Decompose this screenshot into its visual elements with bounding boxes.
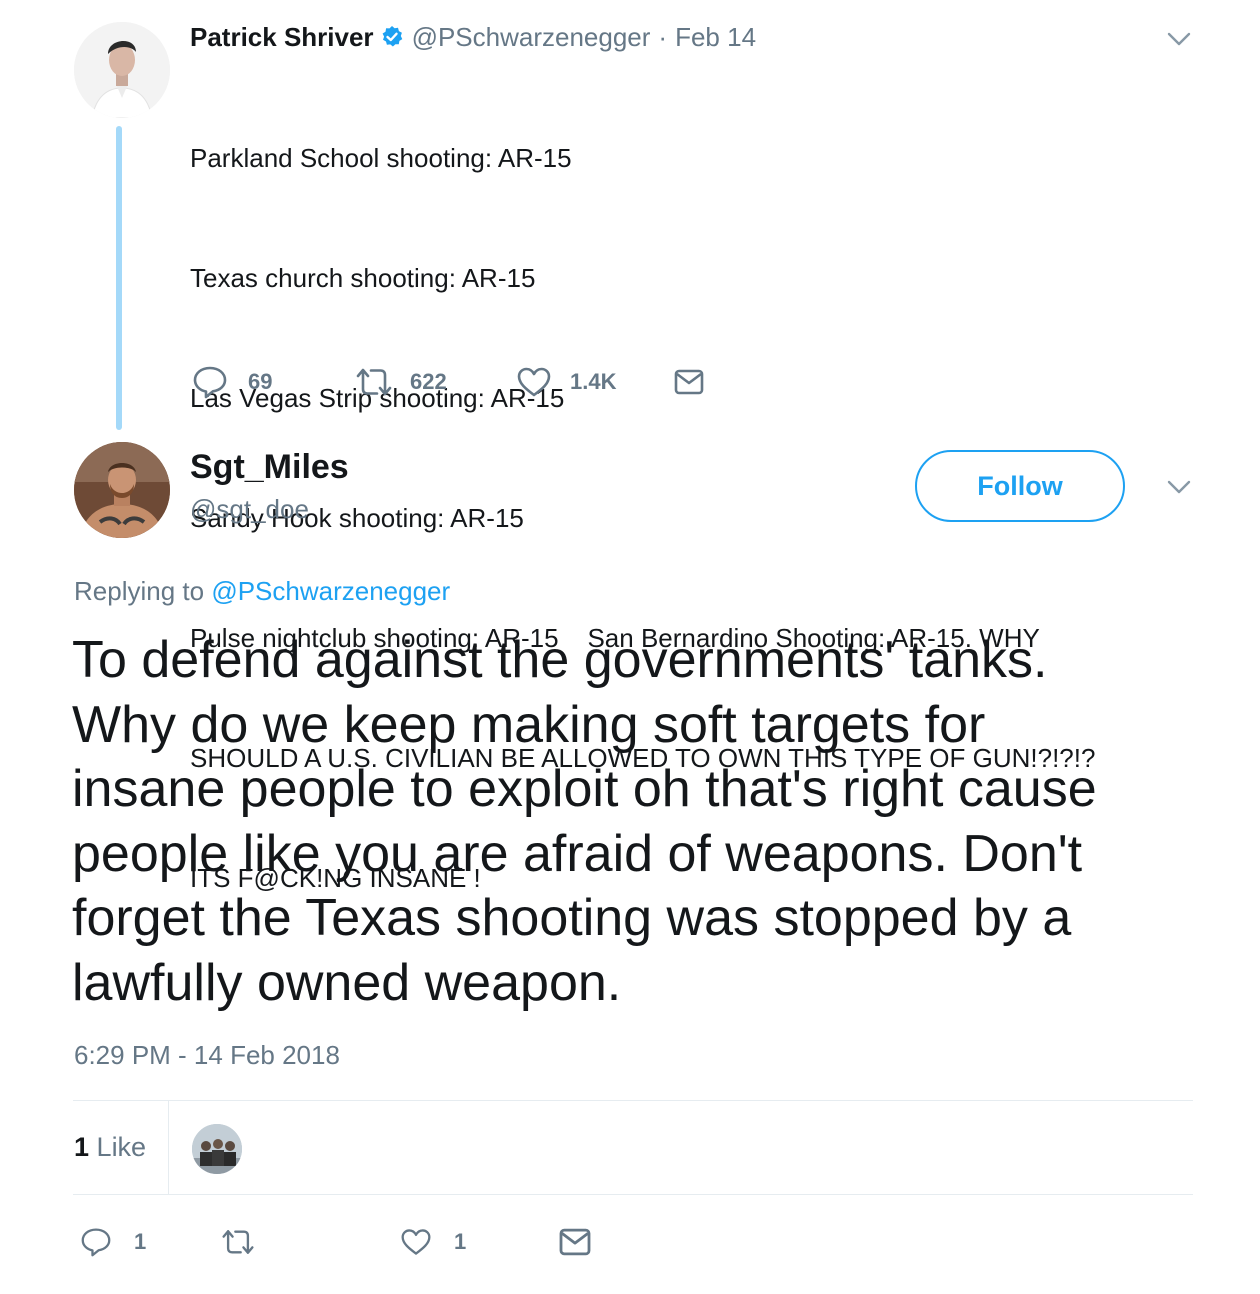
replying-to-prefix: Replying to	[74, 576, 205, 606]
like-button[interactable]: 1	[400, 1227, 558, 1257]
follow-button[interactable]: Follow	[915, 450, 1125, 522]
heart-icon	[517, 367, 551, 397]
reply-author-name[interactable]: Sgt_Miles	[190, 448, 349, 487]
like-button[interactable]: 1.4K	[516, 366, 674, 398]
reply-count: 1	[134, 1229, 147, 1254]
reply-tweet-line: forget the Texas shooting was stopped by…	[72, 889, 1072, 947]
divider	[73, 1194, 1193, 1195]
direct-message-button[interactable]	[558, 1228, 592, 1256]
likes-label: Like	[96, 1132, 147, 1162]
reply-count: 69	[248, 369, 273, 394]
likes-number: 1	[74, 1132, 90, 1162]
replying-to-line: Replying to @PSchwarzenegger	[74, 576, 450, 607]
parent-tweet-line: Parkland School shooting: AR-15	[190, 143, 572, 173]
parent-author-name[interactable]: Patrick Shriver	[190, 22, 374, 53]
direct-message-button[interactable]	[674, 369, 704, 395]
liker-avatar[interactable]	[192, 1124, 242, 1174]
reply-button[interactable]: 69	[192, 365, 354, 399]
thread-line	[116, 126, 122, 430]
reply-author-handle[interactable]: @sgt_doe	[190, 494, 309, 525]
parent-tweet-date[interactable]: Feb 14	[675, 22, 756, 53]
parent-tweet-line: Texas church shooting: AR-15	[190, 263, 536, 293]
retweet-icon	[356, 368, 392, 396]
divider	[168, 1101, 169, 1194]
parent-tweet-actions: 69 622 1.4K	[192, 362, 704, 402]
header-separator: ·	[658, 21, 668, 52]
reply-tweet-actions: 1 1	[80, 1222, 592, 1262]
retweet-button[interactable]: 622	[354, 367, 516, 397]
chevron-down-icon[interactable]	[1166, 478, 1192, 496]
mail-icon	[674, 369, 704, 395]
mail-icon	[559, 1228, 591, 1256]
like-count: 1	[454, 1229, 467, 1254]
reply-tweet-line: To defend against the governments' tanks…	[72, 631, 1048, 689]
retweet-count: 622	[410, 369, 447, 394]
heart-icon	[401, 1229, 431, 1255]
reply-tweet-line: people like you are afraid of weapons. D…	[72, 824, 1083, 883]
reply-tweet-line: insane people to exploit oh that's right…	[72, 760, 1097, 818]
verified-badge-icon	[380, 25, 404, 49]
likes-stat[interactable]: 1 Like	[74, 1132, 146, 1163]
divider	[73, 1100, 1193, 1101]
chevron-down-icon[interactable]	[1166, 30, 1192, 48]
replying-to-mention[interactable]: @PSchwarzenegger	[211, 576, 450, 606]
parent-avatar[interactable]	[74, 22, 170, 118]
reply-icon	[81, 1228, 111, 1257]
reply-icon	[193, 366, 227, 399]
parent-author-handle[interactable]: @PSchwarzenegger	[412, 22, 651, 53]
reply-button[interactable]: 1	[80, 1227, 220, 1257]
like-count: 1.4K	[570, 369, 617, 394]
retweet-button[interactable]	[220, 1228, 400, 1256]
reply-tweet-line: Why do we keep making soft targets for	[72, 695, 986, 754]
tweet-timestamp[interactable]: 6:29 PM - 14 Feb 2018	[74, 1040, 340, 1071]
reply-tweet-line: lawfully owned weapon.	[72, 953, 622, 1012]
retweet-icon	[222, 1230, 254, 1254]
reply-author-avatar[interactable]	[74, 442, 170, 538]
parent-tweet-header: Patrick Shriver @PSchwarzenegger · Feb 1…	[190, 20, 756, 54]
reply-tweet-text: To defend against the governments' tanks…	[72, 628, 1212, 1015]
